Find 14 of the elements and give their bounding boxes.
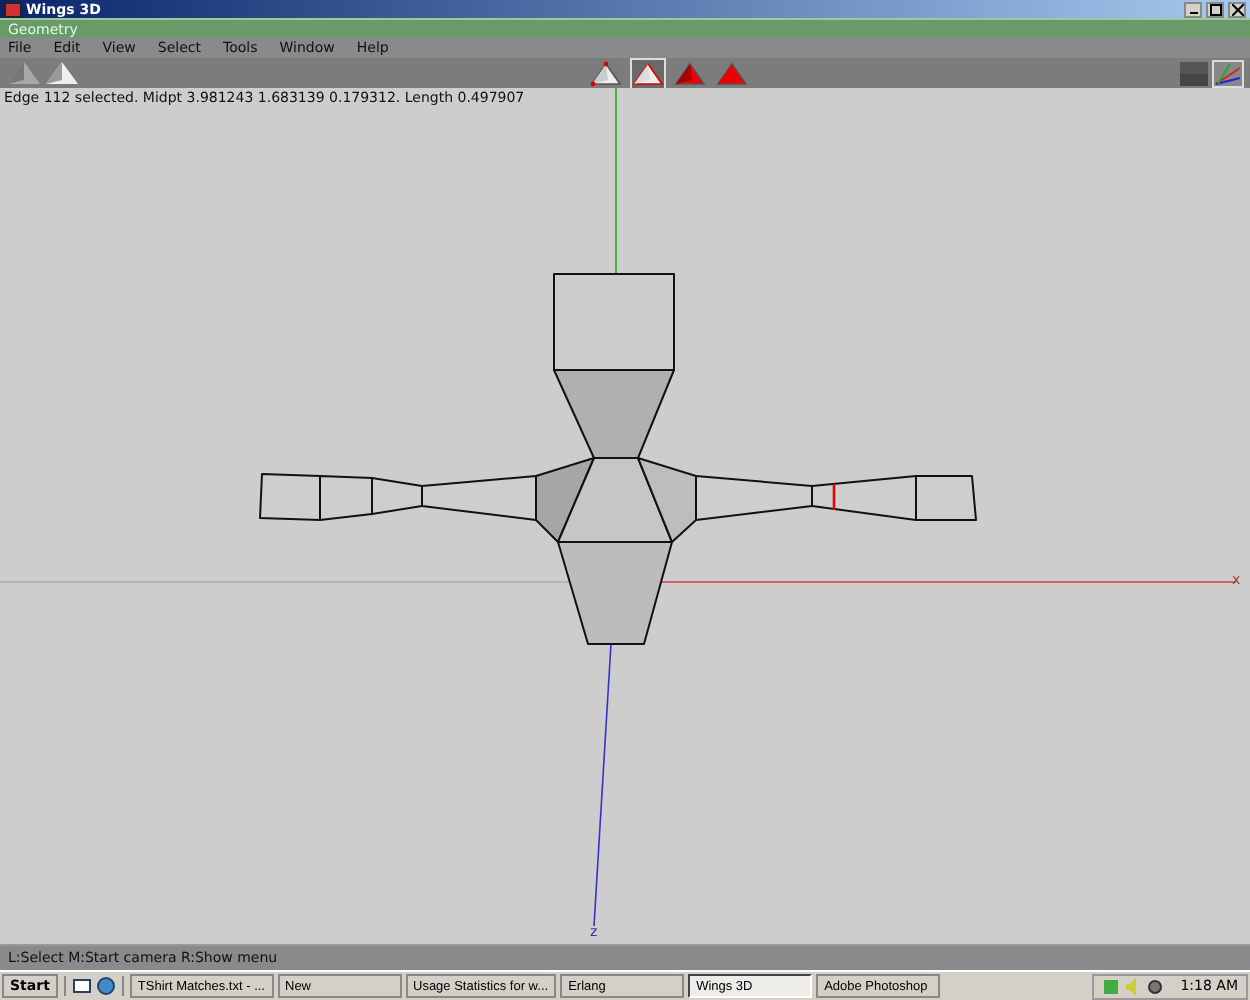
pyramid-icon[interactable] [46, 61, 78, 85]
minimize-button[interactable] [1184, 1, 1202, 17]
maximize-button[interactable] [1206, 1, 1224, 17]
face-mode-icon[interactable] [672, 57, 708, 89]
body-mode-icon[interactable] [714, 57, 750, 89]
edge-mode-icon[interactable] [630, 57, 666, 89]
vertex-mode-icon[interactable] [588, 57, 624, 89]
desktop-icon[interactable] [71, 976, 92, 996]
browser-icon[interactable] [95, 976, 116, 996]
maximize-icon [1209, 3, 1221, 15]
close-button[interactable] [1228, 1, 1246, 17]
axes-icon[interactable] [1214, 61, 1242, 85]
app-icon [4, 1, 22, 17]
close-icon [1231, 3, 1243, 15]
